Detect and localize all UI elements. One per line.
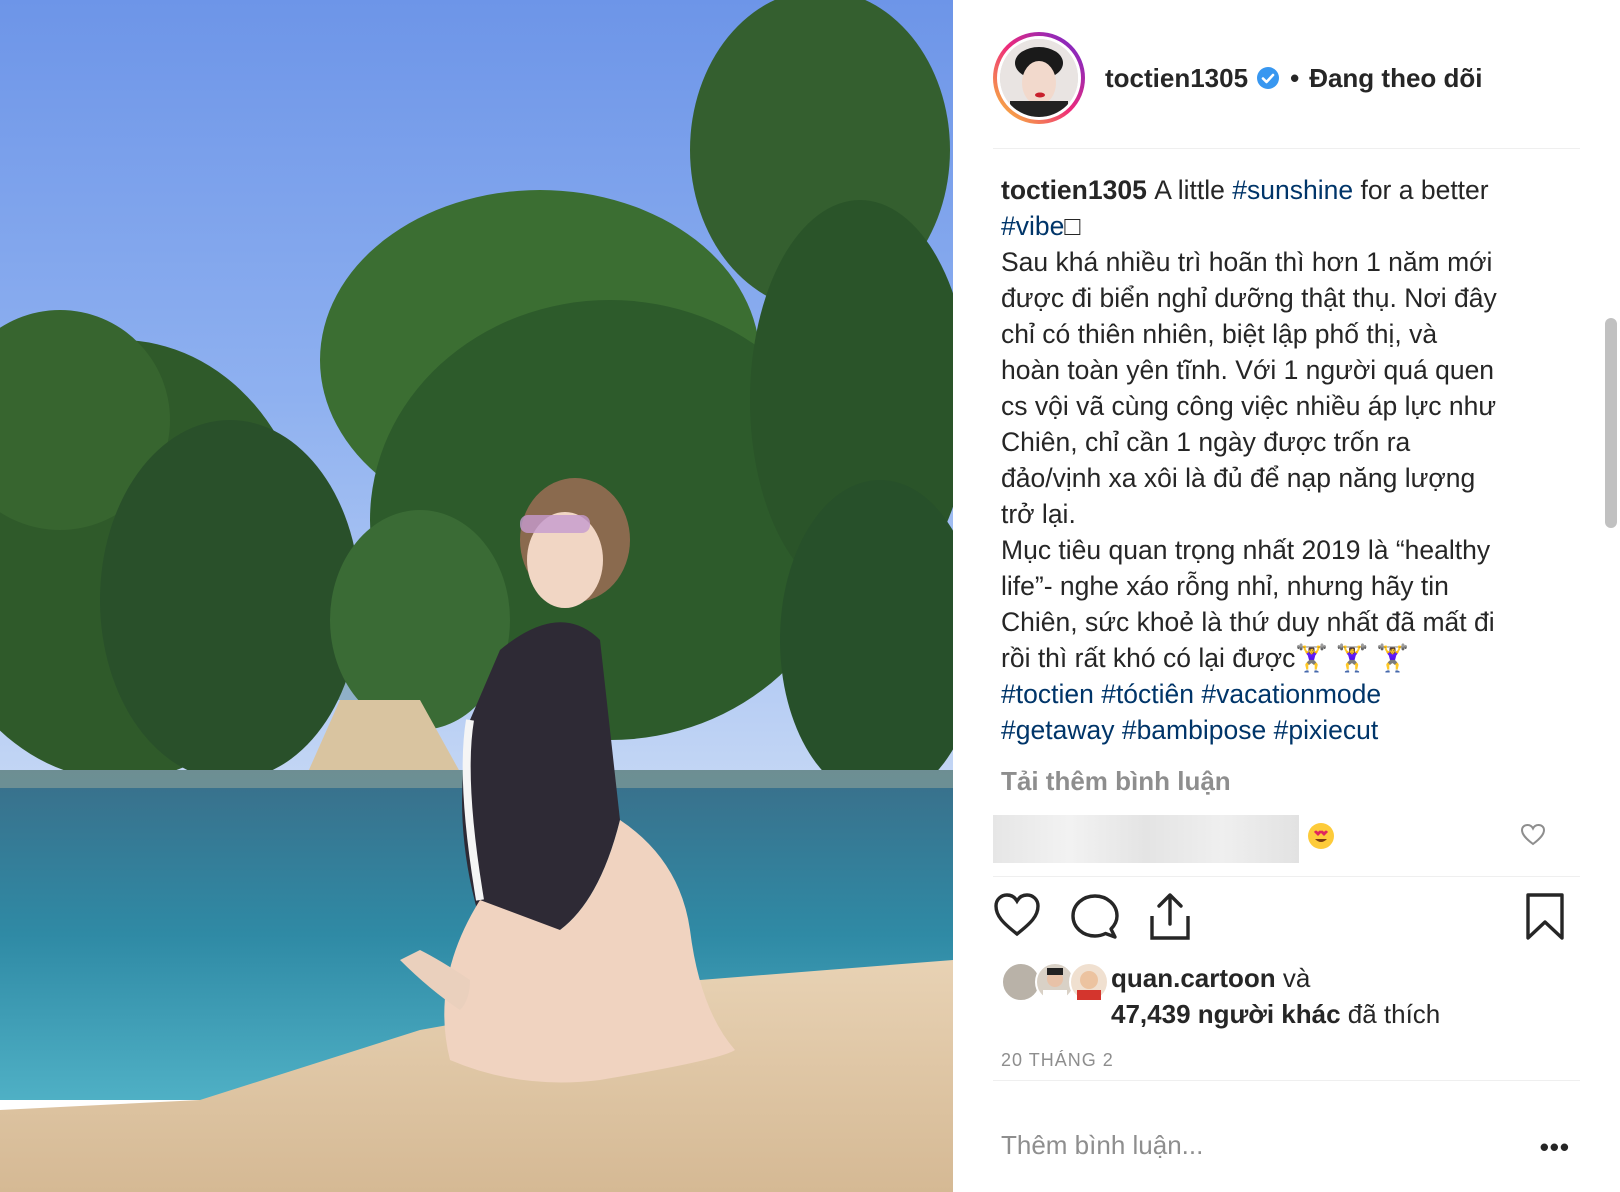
likes-first-line: quan.cartoon và — [1111, 963, 1310, 994]
header-divider — [993, 148, 1580, 149]
caption-line: đảo/vịnh xa xôi là đủ để nạp năng lượng — [1001, 460, 1561, 496]
first-liker-link[interactable]: quan.cartoon — [1111, 963, 1276, 993]
actions-divider — [993, 876, 1580, 877]
caption-text: Sau khá nhiều trì hoãn thì hơn 1 năm mới — [1001, 247, 1493, 277]
hashtag-link[interactable]: #getaway — [1001, 715, 1114, 745]
heart-eyes-emoji-icon — [1308, 823, 1334, 849]
caption-text: rồi thì rất khó có lại được🏋️‍♀️ 🏋️‍♀️ 🏋… — [1001, 643, 1410, 673]
blurred-comment — [993, 815, 1299, 863]
caption-text — [1114, 715, 1121, 745]
caption-line: chỉ có thiên nhiên, biệt lập phố thị, và — [1001, 316, 1561, 352]
caption-text: Mục tiêu quan trọng nhất 2019 là “health… — [1001, 535, 1491, 565]
likes-and-text: và — [1275, 963, 1311, 993]
post-caption: toctien1305 A little #sunshine for a bet… — [1001, 172, 1561, 748]
likers-avatars[interactable] — [1001, 962, 1111, 1002]
caption-text: Chiên, sức khoẻ là thứ duy nhất đã mất đ… — [1001, 607, 1495, 637]
like-heart-icon[interactable] — [993, 892, 1041, 938]
caption-line: #toctien #tóctiên #vacationmode — [1001, 676, 1561, 712]
caption-line: toctien1305 A little #sunshine for a bet… — [1001, 172, 1561, 208]
hashtag-link[interactable]: #vibe — [1001, 211, 1064, 241]
post-username[interactable]: toctien1305 — [1105, 63, 1248, 94]
post-side-panel: toctien1305 • Đang theo dõi toctien1305 … — [953, 0, 1620, 1192]
add-comment-input[interactable]: Thêm bình luận... — [1001, 1130, 1203, 1161]
caption-line: Chiên, sức khoẻ là thứ duy nhất đã mất đ… — [1001, 604, 1561, 640]
comments-scrollbar[interactable] — [1602, 158, 1620, 878]
caption-text: được đi biển nghỉ dưỡng thật thụ. Nơi đâ… — [1001, 283, 1497, 313]
verified-badge-icon — [1257, 67, 1280, 89]
caption-text: for a better — [1353, 175, 1489, 205]
caption-text: hoàn toàn yên tĩnh. Với 1 người quá quen — [1001, 355, 1495, 385]
following-button[interactable]: Đang theo dõi — [1309, 63, 1482, 94]
likes-suffix-text: đã thích — [1340, 999, 1441, 1029]
caption-text: □ — [1064, 211, 1081, 241]
hashtag-link[interactable]: #sunshine — [1232, 175, 1353, 205]
scrollbar-thumb[interactable] — [1605, 318, 1617, 528]
comment-like-heart-icon[interactable] — [1520, 823, 1546, 852]
caption-line: Sau khá nhiều trì hoãn thì hơn 1 năm mới — [1001, 244, 1561, 280]
liker-avatar — [1069, 962, 1109, 1002]
likes-count-link[interactable]: 47,439 người khác — [1111, 999, 1341, 1029]
photo-illustration — [0, 0, 953, 1192]
caption-line: Mục tiêu quan trọng nhất 2019 là “health… — [1001, 532, 1561, 568]
caption-text: life”- nghe xáo rỗng nhỉ, nhưng hãy tin — [1001, 571, 1449, 601]
hashtag-link[interactable]: #vacationmode — [1201, 679, 1381, 709]
caption-line: hoàn toàn yên tĩnh. Với 1 người quá quen — [1001, 352, 1561, 388]
caption-line: trở lại. — [1001, 496, 1561, 532]
hashtag-link[interactable]: #bambipose — [1122, 715, 1266, 745]
load-more-comments-button[interactable]: Tải thêm bình luận — [1001, 766, 1231, 797]
caption-line: cs vội vã cùng công việc nhiều áp lực nh… — [1001, 388, 1561, 424]
caption-text: Chiên, chỉ cần 1 ngày được trốn ra — [1001, 427, 1411, 457]
caption-text: chỉ có thiên nhiên, biệt lập phố thị, và — [1001, 319, 1438, 349]
likes-second-line: 47,439 người khác đã thích — [1111, 999, 1440, 1030]
comment-divider — [993, 1080, 1580, 1081]
caption-text: trở lại. — [1001, 499, 1076, 529]
caption-line: #getaway #bambipose #pixiecut — [1001, 712, 1561, 748]
avatar[interactable] — [997, 36, 1081, 120]
story-ring[interactable] — [993, 32, 1085, 124]
hashtag-link[interactable]: #toctien — [1001, 679, 1094, 709]
caption-text: đảo/vịnh xa xôi là đủ để nạp năng lượng — [1001, 463, 1476, 493]
caption-line: được đi biển nghỉ dưỡng thật thụ. Nơi đâ… — [1001, 280, 1561, 316]
hashtag-link[interactable]: #pixiecut — [1274, 715, 1379, 745]
caption-line: Chiên, chỉ cần 1 ngày được trốn ra — [1001, 424, 1561, 460]
bookmark-icon[interactable] — [1525, 892, 1565, 942]
caption-line: rồi thì rất khó có lại được🏋️‍♀️ 🏋️‍♀️ 🏋… — [1001, 640, 1561, 676]
caption-username[interactable]: toctien1305 — [1001, 175, 1154, 205]
separator-dot: • — [1290, 62, 1300, 93]
share-icon[interactable] — [1148, 892, 1192, 942]
caption-text: cs vội vã cùng công việc nhiều áp lực nh… — [1001, 391, 1497, 421]
post-actions — [993, 892, 1580, 948]
comment-bubble-icon[interactable] — [1071, 892, 1119, 940]
caption-text: A little — [1154, 175, 1233, 205]
more-options-button[interactable]: ••• — [1540, 1132, 1570, 1163]
caption-text — [1266, 715, 1273, 745]
post-photo[interactable] — [0, 0, 953, 1192]
hashtag-link[interactable]: #tóctiên — [1101, 679, 1194, 709]
caption-line: #vibe□ — [1001, 208, 1561, 244]
post-date[interactable]: 20 THÁNG 2 — [1001, 1050, 1114, 1071]
post-header: toctien1305 • Đang theo dõi — [993, 28, 1580, 128]
caption-line: life”- nghe xáo rỗng nhỉ, nhưng hãy tin — [1001, 568, 1561, 604]
